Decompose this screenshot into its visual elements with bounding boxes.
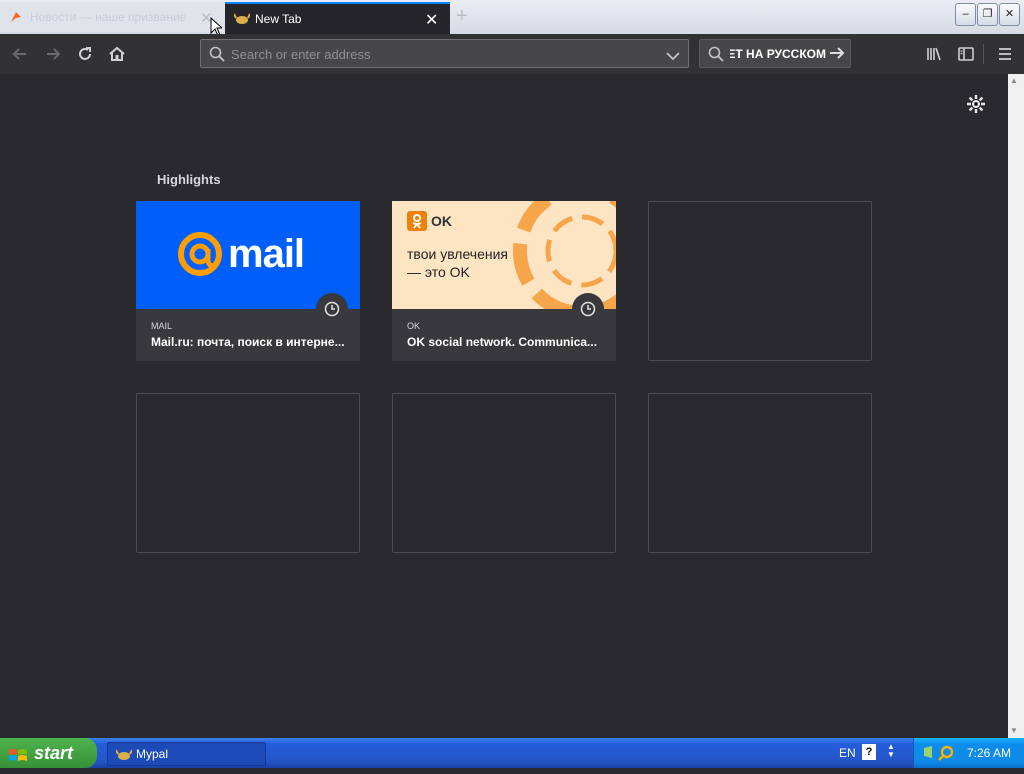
search-query-text[interactable]: ЕТ НА РУССКОМ	[730, 47, 826, 61]
address-bar[interactable]	[200, 39, 689, 68]
maximize-button[interactable]: ❐	[977, 3, 998, 26]
taskbar-window-button[interactable]: Mypal	[107, 742, 266, 766]
mypal-icon	[115, 747, 133, 769]
mypal-icon	[233, 12, 251, 26]
arrow-right-icon[interactable]	[828, 44, 846, 67]
chevron-down-icon[interactable]	[666, 48, 680, 66]
news-site-icon	[9, 10, 23, 24]
card-title: Mail.ru: почта, поиск в интерне...	[151, 335, 345, 349]
forward-button[interactable]	[41, 42, 65, 66]
empty-highlight-slot	[392, 393, 616, 553]
windows-logo-icon	[8, 744, 28, 774]
language-indicator[interactable]: EN	[839, 746, 856, 760]
search-icon	[708, 46, 724, 67]
expand-tray-icon[interactable]: ▲ ▼	[887, 743, 895, 759]
new-tab-button[interactable]: +	[456, 5, 468, 28]
tab-title: Новости — наше призвание на	[30, 10, 190, 24]
highlight-card-mail[interactable]: mail MAIL Mail.ru: почта, поиск в интерн…	[136, 201, 360, 361]
start-button[interactable]: start	[0, 738, 97, 768]
sidebar-toggle-icon[interactable]	[954, 42, 978, 66]
empty-highlight-slot	[136, 393, 360, 553]
address-input[interactable]	[231, 45, 651, 63]
help-icon[interactable]: ?	[862, 744, 876, 760]
navigation-toolbar: ЕТ НА РУССКОМ	[0, 34, 1024, 74]
ok-badge-icon	[407, 211, 427, 231]
taskbar: start Mypal EN ? ▲ ▼ 7:26 AM	[0, 738, 1024, 768]
library-icon[interactable]	[922, 42, 946, 66]
scroll-down-icon[interactable]: ▼	[1010, 726, 1018, 735]
tab-new-tab[interactable]: New Tab ✕	[225, 2, 450, 34]
clock-icon	[316, 293, 348, 325]
hamburger-menu-icon[interactable]	[993, 42, 1017, 66]
start-label: start	[34, 743, 74, 763]
mail-logo: mail	[176, 229, 324, 291]
gear-icon[interactable]	[966, 94, 986, 120]
taskbar-window-label: Mypal	[136, 747, 169, 761]
clock-icon	[572, 293, 604, 325]
ok-slogan: твои увлечения — это OK	[407, 246, 509, 280]
toolbar-divider	[983, 44, 984, 64]
ok-logo: OK	[407, 211, 452, 231]
search-icon	[209, 46, 225, 67]
card-host: MAIL	[151, 321, 173, 331]
close-window-button[interactable]: ✕	[999, 3, 1020, 26]
tab-title: New Tab	[255, 12, 302, 26]
close-tab-icon[interactable]: ✕	[425, 10, 438, 30]
tab-strip: Новости — наше призвание на ✕ New Tab ✕ …	[0, 0, 1024, 37]
vertical-scrollbar[interactable]	[1008, 74, 1024, 738]
clock-text: 7:26 AM	[967, 746, 1012, 760]
card-title: OK social network. Communica...	[407, 335, 598, 349]
card-host: OK	[407, 321, 421, 331]
back-button[interactable]	[8, 42, 32, 66]
empty-highlight-slot	[648, 201, 872, 361]
search-bar[interactable]: ЕТ НА РУССКОМ	[699, 39, 851, 68]
section-title: Highlights	[157, 172, 221, 187]
home-button[interactable]	[105, 42, 129, 66]
scroll-up-icon[interactable]: ▲	[1010, 76, 1018, 85]
tray-icons[interactable]	[922, 744, 958, 767]
reload-button[interactable]	[73, 42, 97, 66]
highlight-card-ok[interactable]: OK твои увлечения — это OK OK OK social …	[392, 201, 616, 361]
empty-highlight-slot	[648, 393, 872, 553]
new-tab-page: Highlights mail MAIL Mail.ru: почта, пои…	[0, 74, 1008, 738]
ok-brand-text: OK	[431, 213, 452, 229]
svg-text:mail: mail	[228, 232, 304, 276]
tab-news[interactable]: Новости — наше призвание на ✕	[0, 2, 224, 32]
minimize-button[interactable]: –	[955, 3, 976, 26]
